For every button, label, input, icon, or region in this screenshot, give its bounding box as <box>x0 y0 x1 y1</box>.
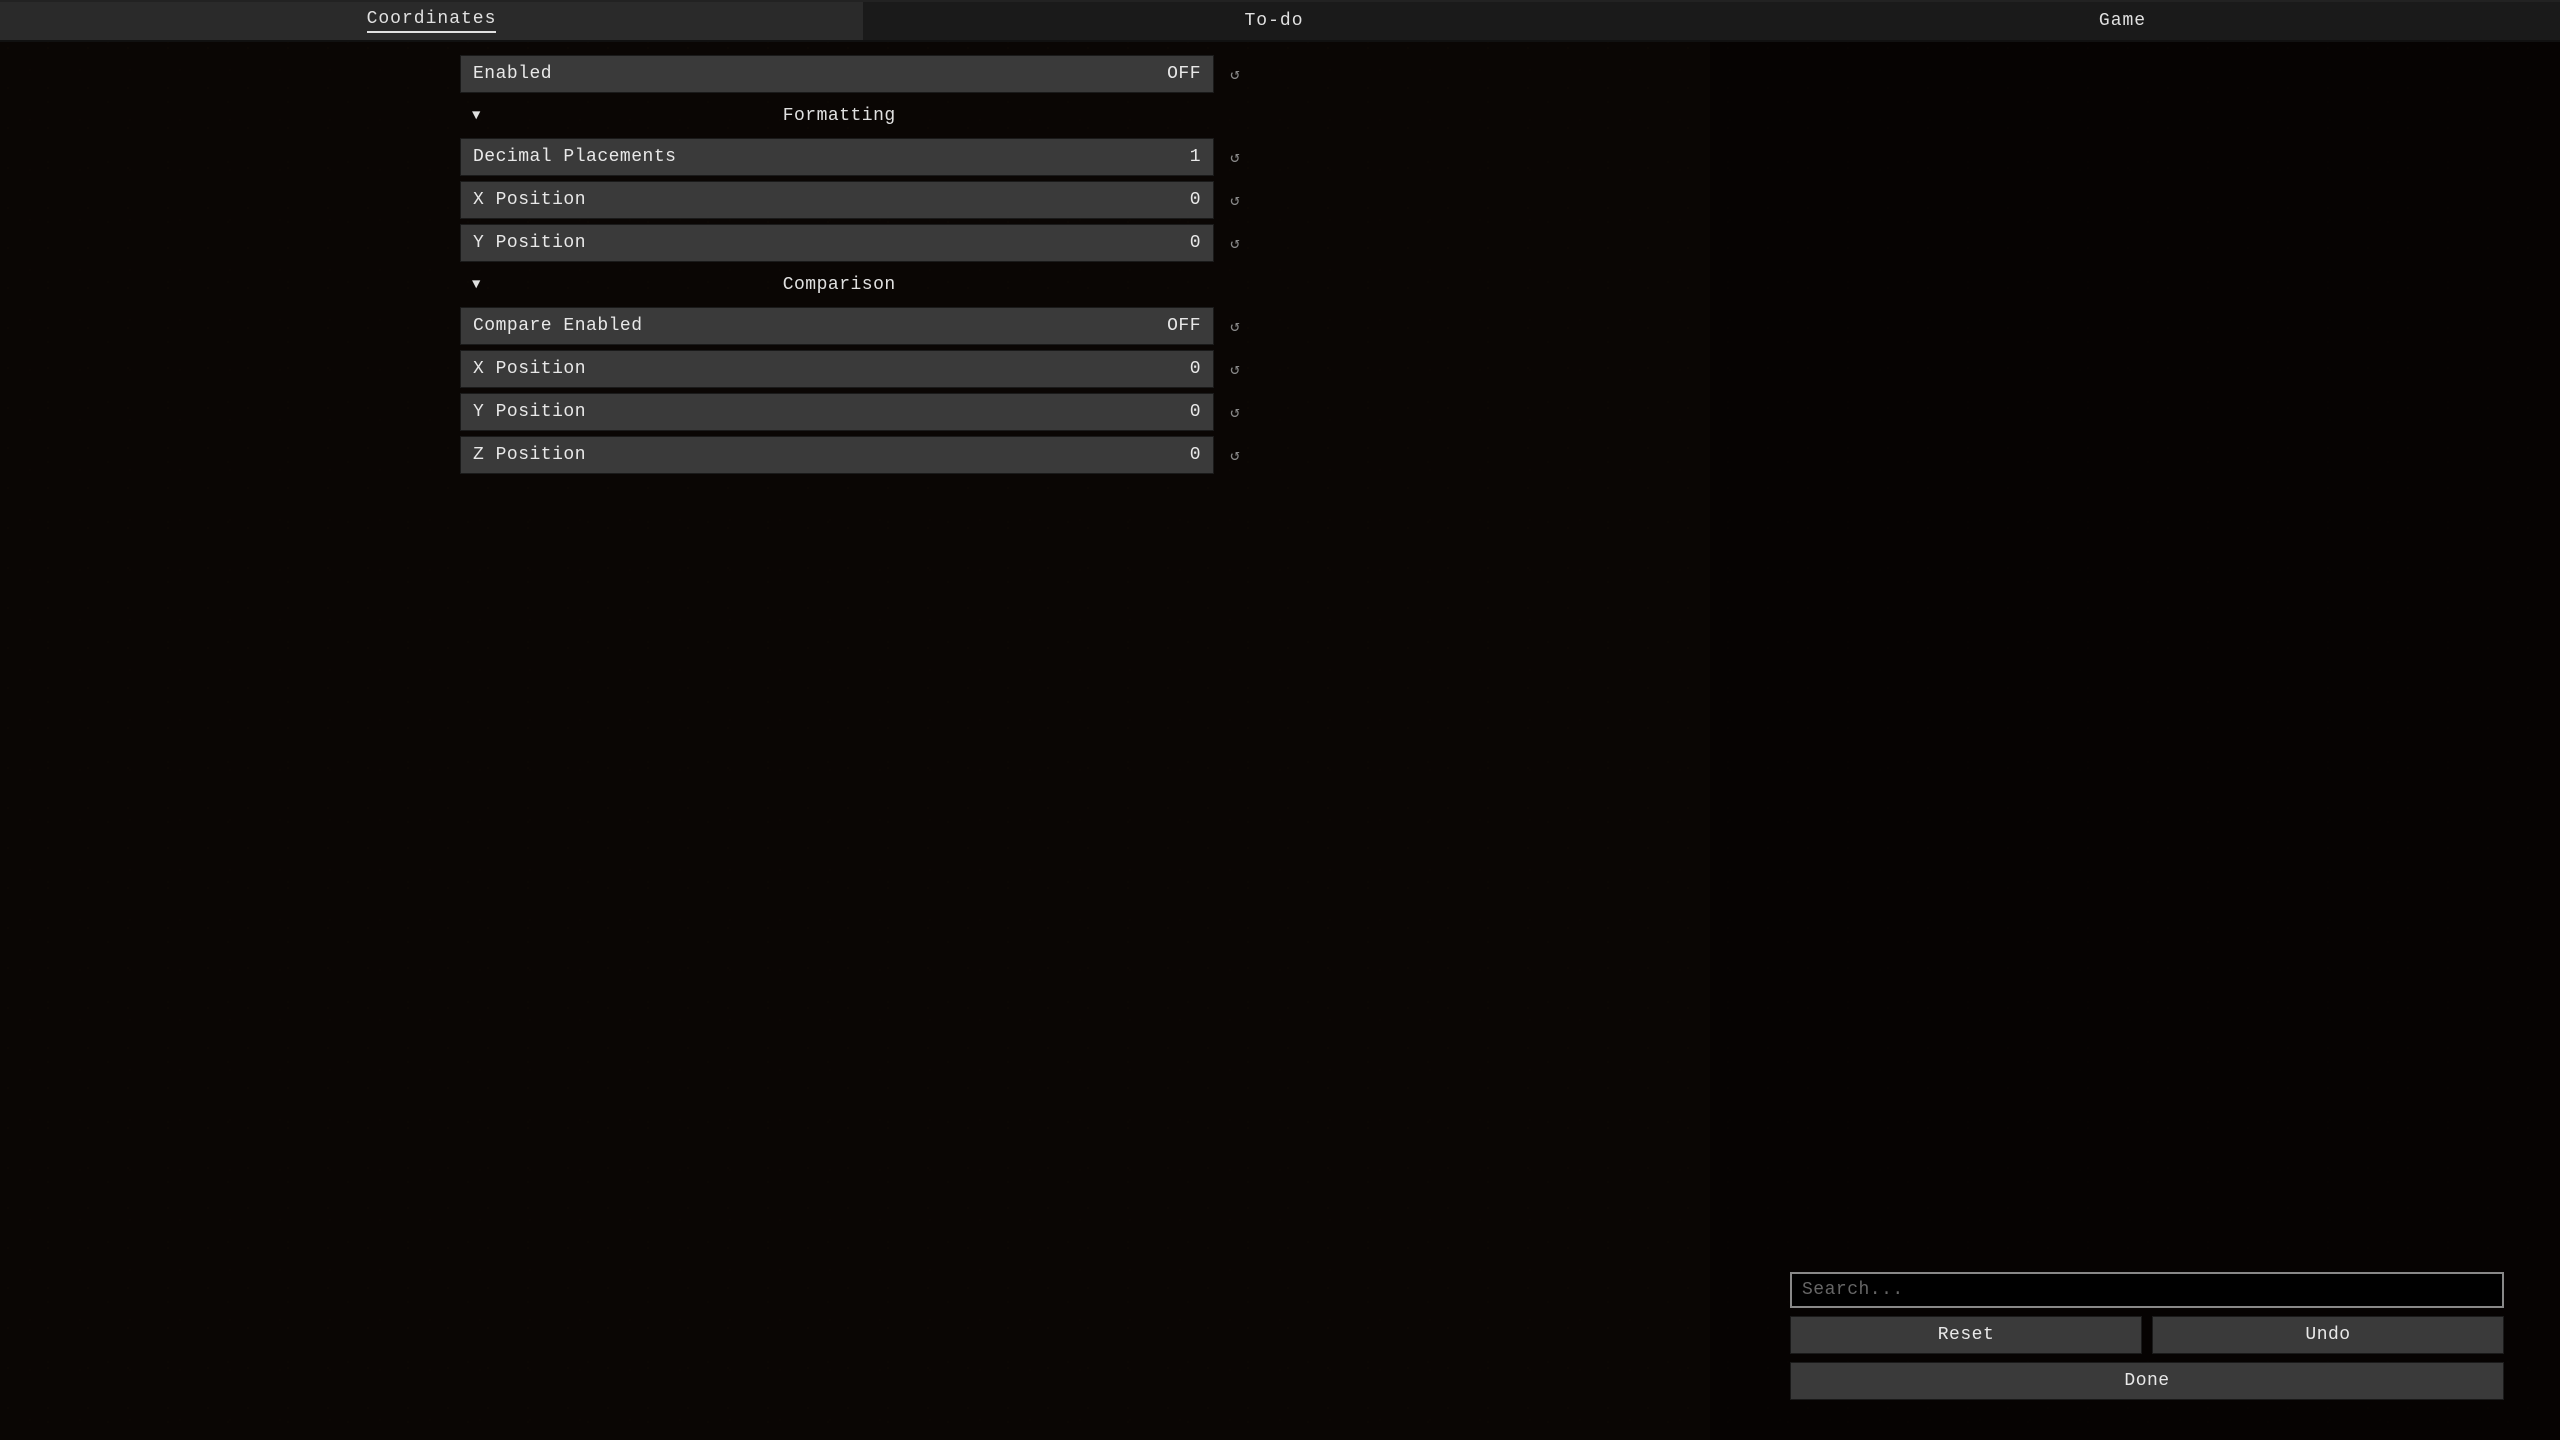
input-cmp-x-position[interactable]: X Position 0 <box>460 350 1214 388</box>
input-cmp-y-position[interactable]: Y Position 0 <box>460 393 1214 431</box>
setting-row-enabled: Enabled OFF ↺ <box>460 55 1250 93</box>
setting-value: 1 <box>1190 147 1201 167</box>
setting-row-fmt-x-position: X Position 0 ↺ <box>460 181 1250 219</box>
undo-button[interactable]: Undo <box>2152 1316 2504 1354</box>
section-header-formatting[interactable]: ▼ Formatting <box>460 98 1250 134</box>
setting-value: OFF <box>1167 316 1201 336</box>
tab-game[interactable]: Game <box>1685 0 2560 42</box>
preview-panel <box>1710 42 2560 1440</box>
setting-label: Y Position <box>473 233 586 253</box>
setting-label: Y Position <box>473 402 586 422</box>
toggle-enabled[interactable]: Enabled OFF <box>460 55 1214 93</box>
setting-value: 0 <box>1190 445 1201 465</box>
tab-game-label: Game <box>2099 11 2146 31</box>
reset-enabled-button[interactable]: ↺ <box>1220 59 1250 89</box>
action-button-row: Reset Undo <box>1790 1316 2504 1354</box>
reset-cmp-x-position-button[interactable]: ↺ <box>1220 354 1250 384</box>
reset-cmp-z-position-button[interactable]: ↺ <box>1220 440 1250 470</box>
tab-todo[interactable]: To-do <box>863 0 1685 42</box>
reset-icon: ↺ <box>1230 445 1240 465</box>
setting-label: X Position <box>473 190 586 210</box>
reset-icon: ↺ <box>1230 64 1240 84</box>
chevron-down-icon: ▼ <box>472 108 480 124</box>
search-input[interactable] <box>1790 1272 2504 1308</box>
controls-panel: Reset Undo Done <box>1790 1272 2504 1400</box>
reset-button-label: Reset <box>1938 1325 1995 1345</box>
setting-label: Compare Enabled <box>473 316 643 336</box>
setting-value: 0 <box>1190 190 1201 210</box>
input-fmt-y-position[interactable]: Y Position 0 <box>460 224 1214 262</box>
reset-fmt-x-position-button[interactable]: ↺ <box>1220 185 1250 215</box>
reset-compare-enabled-button[interactable]: ↺ <box>1220 311 1250 341</box>
setting-row-compare-enabled: Compare Enabled OFF ↺ <box>460 307 1250 345</box>
setting-value: 0 <box>1190 233 1201 253</box>
input-fmt-x-position[interactable]: X Position 0 <box>460 181 1214 219</box>
setting-label: Z Position <box>473 445 586 465</box>
setting-label: Enabled <box>473 64 552 84</box>
toggle-compare-enabled[interactable]: Compare Enabled OFF <box>460 307 1214 345</box>
section-title: Comparison <box>488 275 1250 295</box>
setting-row-cmp-y-position: Y Position 0 ↺ <box>460 393 1250 431</box>
tab-todo-label: To-do <box>1244 11 1303 31</box>
reset-fmt-y-position-button[interactable]: ↺ <box>1220 228 1250 258</box>
settings-panel: Enabled OFF ↺ ▼ Formatting Decimal Place… <box>460 55 1250 479</box>
tab-coordinates-label: Coordinates <box>367 9 497 33</box>
done-button-label: Done <box>2124 1371 2169 1391</box>
setting-row-decimal-placements: Decimal Placements 1 ↺ <box>460 138 1250 176</box>
section-title: Formatting <box>488 106 1250 126</box>
setting-row-fmt-y-position: Y Position 0 ↺ <box>460 224 1250 262</box>
reset-icon: ↺ <box>1230 316 1240 336</box>
setting-value: 0 <box>1190 359 1201 379</box>
setting-label: Decimal Placements <box>473 147 676 167</box>
undo-button-label: Undo <box>2305 1325 2350 1345</box>
reset-cmp-y-position-button[interactable]: ↺ <box>1220 397 1250 427</box>
tab-bar: Coordinates To-do Game <box>0 0 2560 42</box>
reset-decimal-placements-button[interactable]: ↺ <box>1220 142 1250 172</box>
reset-button[interactable]: Reset <box>1790 1316 2142 1354</box>
reset-icon: ↺ <box>1230 190 1240 210</box>
section-header-comparison[interactable]: ▼ Comparison <box>460 267 1250 303</box>
setting-label: X Position <box>473 359 586 379</box>
reset-icon: ↺ <box>1230 402 1240 422</box>
tab-coordinates[interactable]: Coordinates <box>0 0 863 42</box>
reset-icon: ↺ <box>1230 359 1240 379</box>
input-decimal-placements[interactable]: Decimal Placements 1 <box>460 138 1214 176</box>
setting-value: OFF <box>1167 64 1201 84</box>
done-button[interactable]: Done <box>1790 1362 2504 1400</box>
input-cmp-z-position[interactable]: Z Position 0 <box>460 436 1214 474</box>
reset-icon: ↺ <box>1230 147 1240 167</box>
setting-value: 0 <box>1190 402 1201 422</box>
setting-row-cmp-z-position: Z Position 0 ↺ <box>460 436 1250 474</box>
chevron-down-icon: ▼ <box>472 277 480 293</box>
setting-row-cmp-x-position: X Position 0 ↺ <box>460 350 1250 388</box>
reset-icon: ↺ <box>1230 233 1240 253</box>
